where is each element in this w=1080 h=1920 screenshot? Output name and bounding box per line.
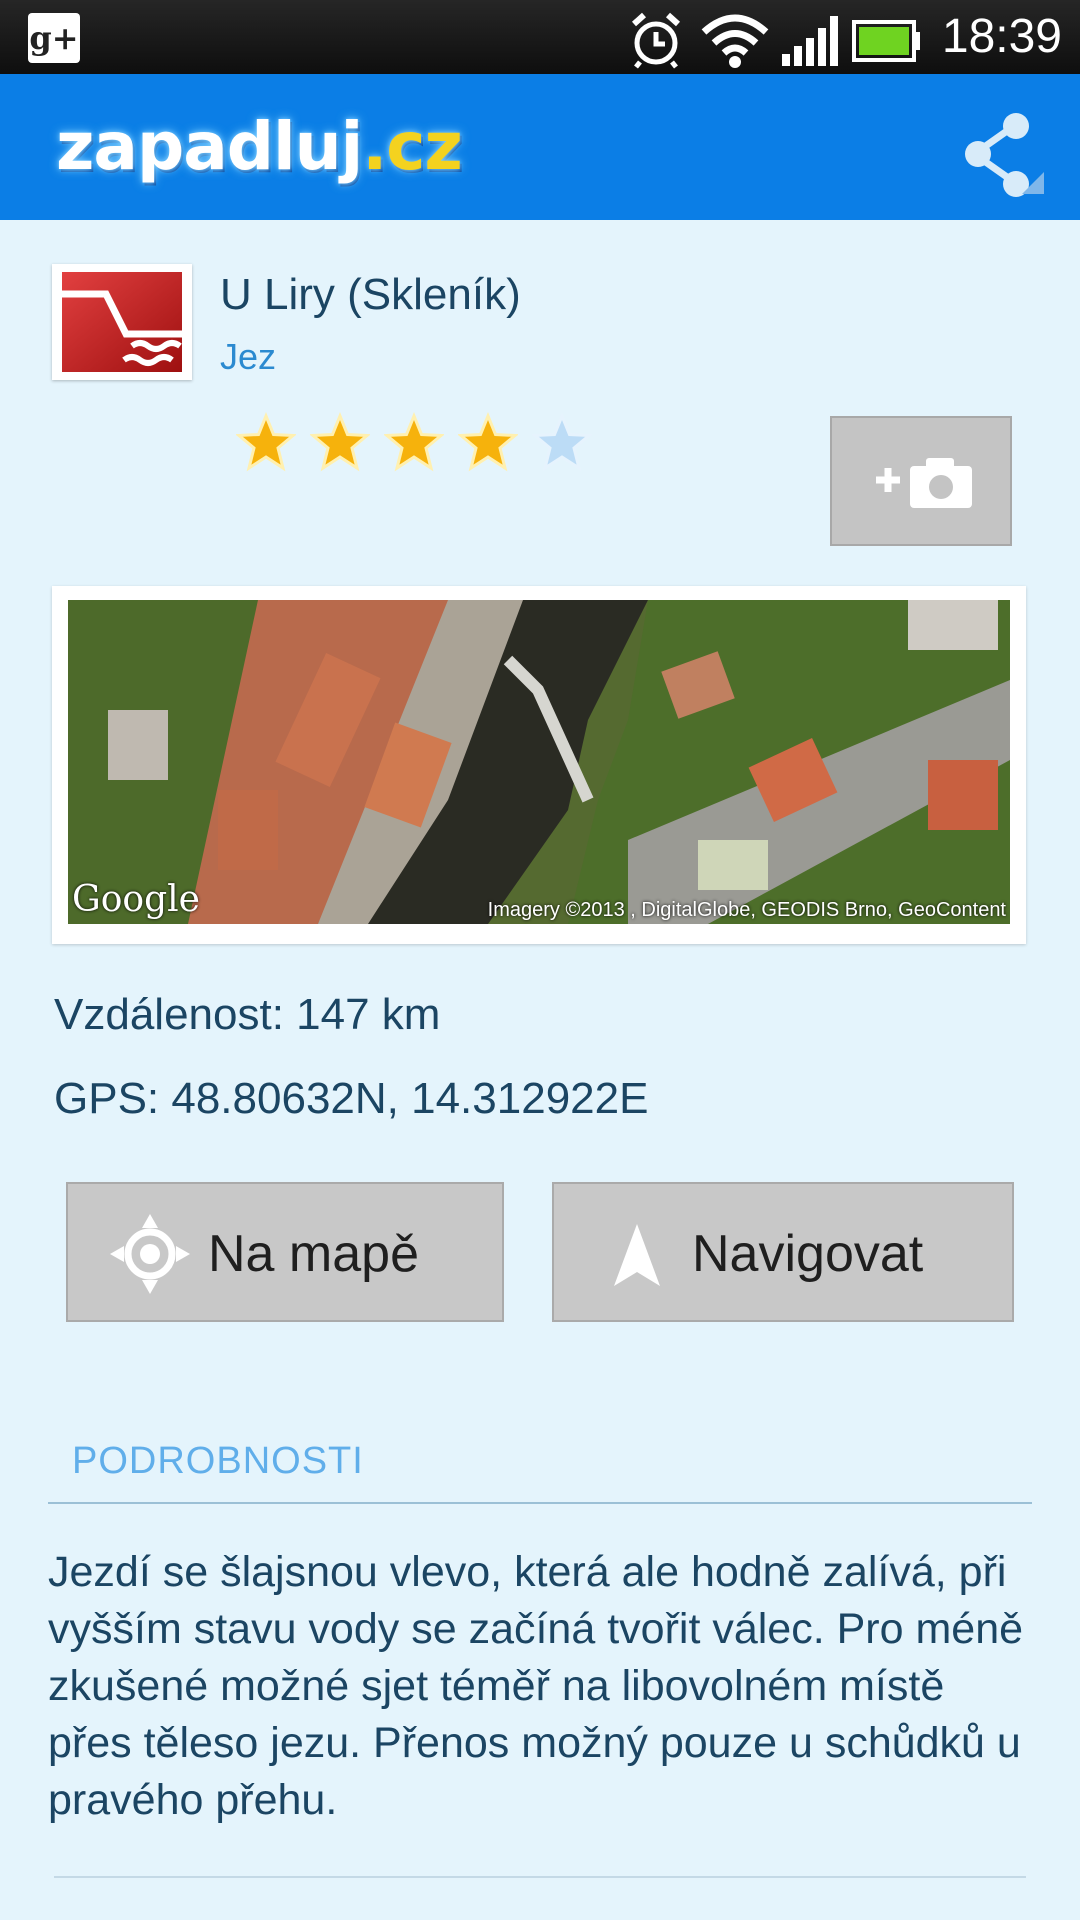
wifi-icon (701, 14, 769, 68)
map-preview[interactable]: Google Imagery ©2013 , DigitalGlobe, GEO… (52, 586, 1026, 944)
place-type: Jez (220, 336, 277, 377)
map-imagery-credit: Imagery ©2013 , DigitalGlobe, GEODIS Brn… (487, 899, 1006, 921)
distance-text: Vzdálenost: 147 km (54, 990, 441, 1039)
details-heading: PODROBNOSTI (72, 1440, 364, 1482)
add-photo-icon (876, 458, 972, 508)
action-bar: zapadluj.cz (0, 74, 1080, 220)
add-photo-button[interactable] (830, 416, 1012, 546)
show-on-map-button[interactable]: Na mapě (66, 1182, 504, 1322)
overflow-indicator (1022, 172, 1044, 194)
navigation-arrow-icon (614, 1224, 660, 1286)
rating-stars[interactable] (236, 410, 606, 476)
battery-icon (852, 20, 920, 62)
show-on-map-label: Na mapě (208, 1225, 419, 1283)
google-plus-icon: g+ (28, 13, 80, 63)
alarm-icon (631, 12, 681, 69)
status-bar: g+ 18:39 (0, 0, 1080, 74)
satellite-map-image[interactable]: Google Imagery ©2013 , DigitalGlobe, GEO… (68, 600, 1010, 924)
clock: 18:39 (941, 10, 1062, 63)
section-divider (48, 1502, 1032, 1504)
navigate-button[interactable]: Navigovat (552, 1182, 1014, 1322)
place-type-icon (52, 264, 192, 380)
star-empty-icon[interactable] (532, 410, 592, 476)
map-google-logo: Google (72, 879, 200, 920)
star-filled-icon[interactable] (458, 410, 518, 476)
app-logo[interactable]: zapadluj.cz (56, 102, 463, 192)
star-filled-icon[interactable] (236, 410, 296, 476)
place-title: U Liry (Skleník) (220, 270, 521, 319)
star-filled-icon[interactable] (310, 410, 370, 476)
bottom-divider (54, 1876, 1026, 1878)
location-target-icon (110, 1214, 190, 1294)
gps-text: GPS: 48.80632N, 14.312922E (54, 1074, 649, 1123)
navigate-label: Navigovat (692, 1225, 924, 1283)
star-filled-icon[interactable] (384, 410, 444, 476)
signal-icon (782, 16, 838, 66)
details-description: Jezdí se šlajsnou vlevo, která ale hodně… (48, 1548, 1024, 1824)
